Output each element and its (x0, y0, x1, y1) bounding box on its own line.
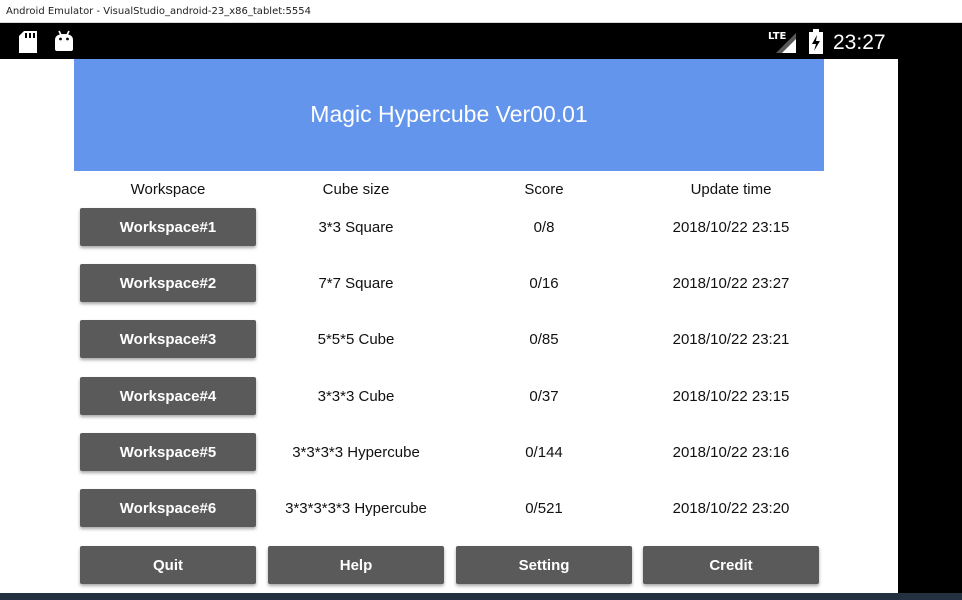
sd-card-icon (19, 31, 37, 53)
emulator-side-gutter (898, 23, 962, 600)
workspace-5-button[interactable]: Workspace#5 (80, 433, 256, 471)
cube-size-cell: 3*3 Square (318, 219, 394, 236)
table-row: Workspace#4 3*3*3 Cube 0/37 2018/10/22 2… (0, 377, 898, 417)
status-bar: LTE 23:27 (0, 23, 898, 59)
app-title: Magic Hypercube Ver00.01 (310, 101, 588, 127)
update-time-cell: 2018/10/22 23:16 (672, 444, 790, 461)
table-row: Workspace#1 3*3 Square 0/8 2018/10/22 23… (0, 208, 898, 248)
workspace-1-button[interactable]: Workspace#1 (80, 208, 256, 246)
cube-size-cell: 7*7 Square (318, 275, 394, 292)
table-row: Workspace#5 3*3*3*3 Hypercube 0/144 2018… (0, 433, 898, 473)
status-clock: 23:27 (833, 31, 886, 54)
score-cell: 0/8 (533, 219, 555, 236)
workspace-6-button[interactable]: Workspace#6 (80, 489, 256, 527)
cube-size-cell: 3*3*3*3 Hypercube (292, 444, 420, 461)
lte-signal-icon: LTE (768, 31, 796, 53)
setting-button[interactable]: Setting (456, 546, 632, 584)
column-header-update-time: Update time (690, 181, 772, 198)
update-time-cell: 2018/10/22 23:15 (672, 388, 790, 405)
credit-button[interactable]: Credit (643, 546, 819, 584)
header-banner: Magic Hypercube Ver00.01 (74, 59, 824, 171)
update-time-cell: 2018/10/22 23:20 (672, 500, 790, 517)
quit-button[interactable]: Quit (80, 546, 256, 584)
table-row: Workspace#6 3*3*3*3*3 Hypercube 0/521 20… (0, 489, 898, 529)
column-header-score: Score (524, 181, 564, 198)
score-cell: 0/16 (529, 275, 559, 292)
update-time-cell: 2018/10/22 23:15 (672, 219, 790, 236)
column-header-cube-size: Cube size (322, 181, 390, 198)
app-screen: Magic Hypercube Ver00.01 Workspace Cube … (0, 59, 898, 593)
emulator-bottom-edge (0, 593, 962, 600)
score-cell: 0/37 (529, 388, 559, 405)
window-titlebar: Android Emulator - VisualStudio_android-… (0, 0, 962, 23)
column-header-workspace: Workspace (130, 181, 206, 198)
table-row: Workspace#2 7*7 Square 0/16 2018/10/22 2… (0, 264, 898, 304)
score-cell: 0/144 (525, 444, 563, 461)
battery-charging-icon (809, 29, 823, 54)
workspace-3-button[interactable]: Workspace#3 (80, 320, 256, 358)
cube-size-cell: 3*3*3 Cube (317, 388, 395, 405)
update-time-cell: 2018/10/22 23:21 (672, 331, 790, 348)
update-time-cell: 2018/10/22 23:27 (672, 275, 790, 292)
svg-text:LTE: LTE (768, 31, 787, 42)
help-button[interactable]: Help (268, 546, 444, 584)
table-row: Workspace#3 5*5*5 Cube 0/85 2018/10/22 2… (0, 320, 898, 360)
window-title: Android Emulator - VisualStudio_android-… (6, 6, 311, 17)
android-debug-icon (55, 30, 73, 51)
workspace-2-button[interactable]: Workspace#2 (80, 264, 256, 302)
cube-size-cell: 5*5*5 Cube (317, 331, 395, 348)
score-cell: 0/85 (529, 331, 559, 348)
score-cell: 0/521 (525, 500, 563, 517)
workspace-4-button[interactable]: Workspace#4 (80, 377, 256, 415)
cube-size-cell: 3*3*3*3*3 Hypercube (285, 500, 427, 517)
